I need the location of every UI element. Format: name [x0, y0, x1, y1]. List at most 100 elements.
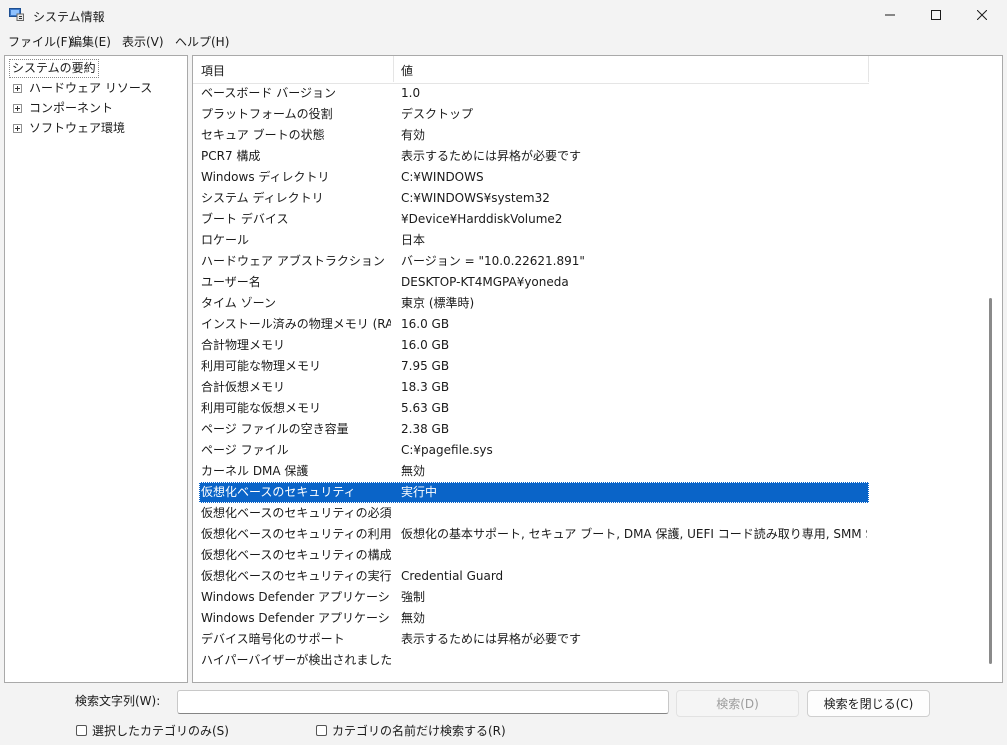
row-item: PCR7 構成 [201, 149, 261, 163]
row-item: インストール済みの物理メモリ (RAM) [201, 317, 391, 331]
row-value: 表示するためには昇格が必要です [401, 632, 582, 646]
row-item: ページ ファイルの空き容量 [201, 422, 349, 436]
tree-item-hardware-resources[interactable]: ハードウェア リソース [13, 79, 152, 97]
row-item: ベースボード バージョン [201, 86, 336, 100]
table-row[interactable]: ロケール 日本 [199, 230, 869, 251]
row-value: 強制 [401, 590, 426, 604]
close-window-button[interactable] [959, 0, 1005, 30]
maximize-button[interactable] [913, 0, 959, 30]
table-row[interactable]: ページ ファイル C:¥pagefile.sys [199, 440, 869, 461]
row-value: 5.63 GB [401, 401, 450, 415]
row-item: 仮想化ベースのセキュリティの必須セ... [201, 506, 391, 520]
row-item: 仮想化ベースのセキュリティの実行... [201, 569, 391, 583]
row-value: 16.0 GB [401, 338, 450, 352]
menu-help[interactable]: ヘルプ(H) [175, 33, 229, 50]
menu-file[interactable]: ファイル(F) [8, 33, 72, 50]
row-item: 仮想化ベースのセキュリティ [201, 485, 356, 499]
table-row[interactable]: PCR7 構成 表示するためには昇格が必要です [199, 146, 869, 167]
table-row[interactable]: Windows ディレクトリ C:¥WINDOWS [199, 167, 869, 188]
table-row[interactable]: カーネル DMA 保護 無効 [199, 461, 869, 482]
row-value: 18.3 GB [401, 380, 450, 394]
column-header-value[interactable]: 値 [401, 62, 413, 79]
details-list: 項目 値 ベースボード バージョン 1.0 プラットフォームの役割 デスクトップ セキュ… [192, 55, 1003, 683]
table-row[interactable]: 仮想化ベースのセキュリティの利用... 仮想化の基本サポート, セキュア ブート,… [199, 524, 869, 545]
table-row[interactable]: セキュア ブートの状態 有効 [199, 125, 869, 146]
row-item: Windows Defender アプリケーショ... [201, 611, 391, 625]
menu-edit[interactable]: 編集(E) [70, 33, 111, 50]
table-row[interactable]: 仮想化ベースのセキュリティ 実行中 [199, 482, 869, 503]
tree-item-software-environment[interactable]: ソフトウェア環境 [13, 119, 125, 137]
window-title: システム情報 [33, 10, 105, 24]
table-body: ベースボード バージョン 1.0 プラットフォームの役割 デスクトップ セキュア ブート… [199, 83, 869, 671]
tree-item-system-summary[interactable]: システムの要約 [9, 59, 99, 78]
close-search-button[interactable]: 検索を閉じる(C) [807, 690, 930, 717]
table-row[interactable]: ユーザー名 DESKTOP-KT4MGPA¥yoneda [199, 272, 869, 293]
row-value: バージョン = "10.0.22621.891" [401, 254, 585, 268]
tree-item-label: ソフトウェア環境 [29, 121, 126, 135]
selected-category-only-checkbox[interactable]: 選択したカテゴリのみ(S) [76, 722, 229, 739]
table-row[interactable]: 利用可能な仮想メモリ 5.63 GB [199, 398, 869, 419]
find-button[interactable]: 検索(D) [676, 690, 799, 717]
menu-view[interactable]: 表示(V) [122, 33, 164, 50]
table-row[interactable]: Windows Defender アプリケーショ... 無効 [199, 608, 869, 629]
menu-bar: ファイル(F) 編集(E) 表示(V) ヘルプ(H) [0, 30, 1007, 50]
row-item: 仮想化ベースのセキュリティの構成... [201, 548, 391, 562]
row-value: 東京 (標準時) [401, 296, 475, 310]
table-row[interactable]: タイム ゾーン 東京 (標準時) [199, 293, 869, 314]
table-row[interactable]: 利用可能な物理メモリ 7.95 GB [199, 356, 869, 377]
row-value: 16.0 GB [401, 317, 450, 331]
row-value: 2.38 GB [401, 422, 450, 436]
row-item: システム ディレクトリ [201, 191, 324, 205]
tree-item-components[interactable]: コンポーネント [13, 99, 113, 117]
row-value: 無効 [401, 611, 426, 625]
row-value: C:¥pagefile.sys [401, 443, 493, 457]
row-item: ロケール [201, 233, 250, 247]
table-row[interactable]: 合計仮想メモリ 18.3 GB [199, 377, 869, 398]
row-value: 仮想化の基本サポート, セキュア ブート, DMA 保護, UEFI コード読み… [401, 527, 867, 541]
checkbox-box[interactable] [76, 725, 87, 736]
category-names-only-checkbox[interactable]: カテゴリの名前だけ検索する(R) [316, 722, 506, 739]
table-row[interactable]: ハードウェア アブストラクション レイヤーバージョン = "10.0.22621… [199, 251, 869, 272]
column-divider[interactable] [868, 56, 869, 82]
table-row[interactable]: ページ ファイルの空き容量 2.38 GB [199, 419, 869, 440]
table-row[interactable]: 仮想化ベースのセキュリティの構成... [199, 545, 869, 566]
expand-plus-icon[interactable] [13, 103, 22, 113]
table-row[interactable]: インストール済みの物理メモリ (RAM) 16.0 GB [199, 314, 869, 335]
table-row[interactable]: 仮想化ベースのセキュリティの必須セ... [199, 503, 869, 524]
expand-plus-icon[interactable] [13, 83, 22, 93]
checkbox-box[interactable] [316, 725, 327, 736]
table-row[interactable]: システム ディレクトリ C:¥WINDOWS¥system32 [199, 188, 869, 209]
title-bar: システム情報 [0, 0, 1007, 30]
row-item: ハードウェア アブストラクション レイヤー [201, 254, 391, 268]
column-divider[interactable] [393, 56, 394, 82]
table-row[interactable]: 合計物理メモリ 16.0 GB [199, 335, 869, 356]
row-item: Windows ディレクトリ [201, 170, 330, 184]
table-row[interactable]: Windows Defender アプリケーショ... 強制 [199, 587, 869, 608]
row-value: 有効 [401, 128, 426, 142]
row-item: タイム ゾーン [201, 296, 276, 310]
table-row[interactable]: プラットフォームの役割 デスクトップ [199, 104, 869, 125]
category-tree: システムの要約 ハードウェア リソース コンポーネント ソフトウェア環境 [4, 55, 188, 683]
search-input[interactable] [177, 690, 669, 714]
table-row[interactable]: ベースボード バージョン 1.0 [199, 83, 869, 104]
table-row[interactable]: デバイス暗号化のサポート 表示するためには昇格が必要です [199, 629, 869, 650]
vertical-scrollbar[interactable] [989, 298, 992, 664]
table-row[interactable]: 仮想化ベースのセキュリティの実行... Credential Guard [199, 566, 869, 587]
row-item: Windows Defender アプリケーショ... [201, 590, 391, 604]
column-header-item[interactable]: 項目 [201, 62, 225, 79]
row-value: デスクトップ [401, 107, 474, 121]
row-value: 実行中 [401, 485, 438, 499]
row-item: ハイパーバイザーが検出されました。H... [201, 653, 391, 667]
row-value: C:¥WINDOWS [401, 170, 484, 184]
minimize-button[interactable] [867, 0, 913, 30]
close-icon [977, 10, 987, 20]
row-value: 無効 [401, 464, 426, 478]
row-item: 合計物理メモリ [201, 338, 286, 352]
row-value: 表示するためには昇格が必要です [401, 149, 582, 163]
expand-plus-icon[interactable] [13, 123, 22, 133]
row-value: ¥Device¥HarddiskVolume2 [401, 212, 563, 226]
table-row[interactable]: ブート デバイス ¥Device¥HarddiskVolume2 [199, 209, 869, 230]
row-value: C:¥WINDOWS¥system32 [401, 191, 550, 205]
row-item: カーネル DMA 保護 [201, 464, 309, 478]
table-row[interactable]: ハイパーバイザーが検出されました。H... [199, 650, 869, 671]
